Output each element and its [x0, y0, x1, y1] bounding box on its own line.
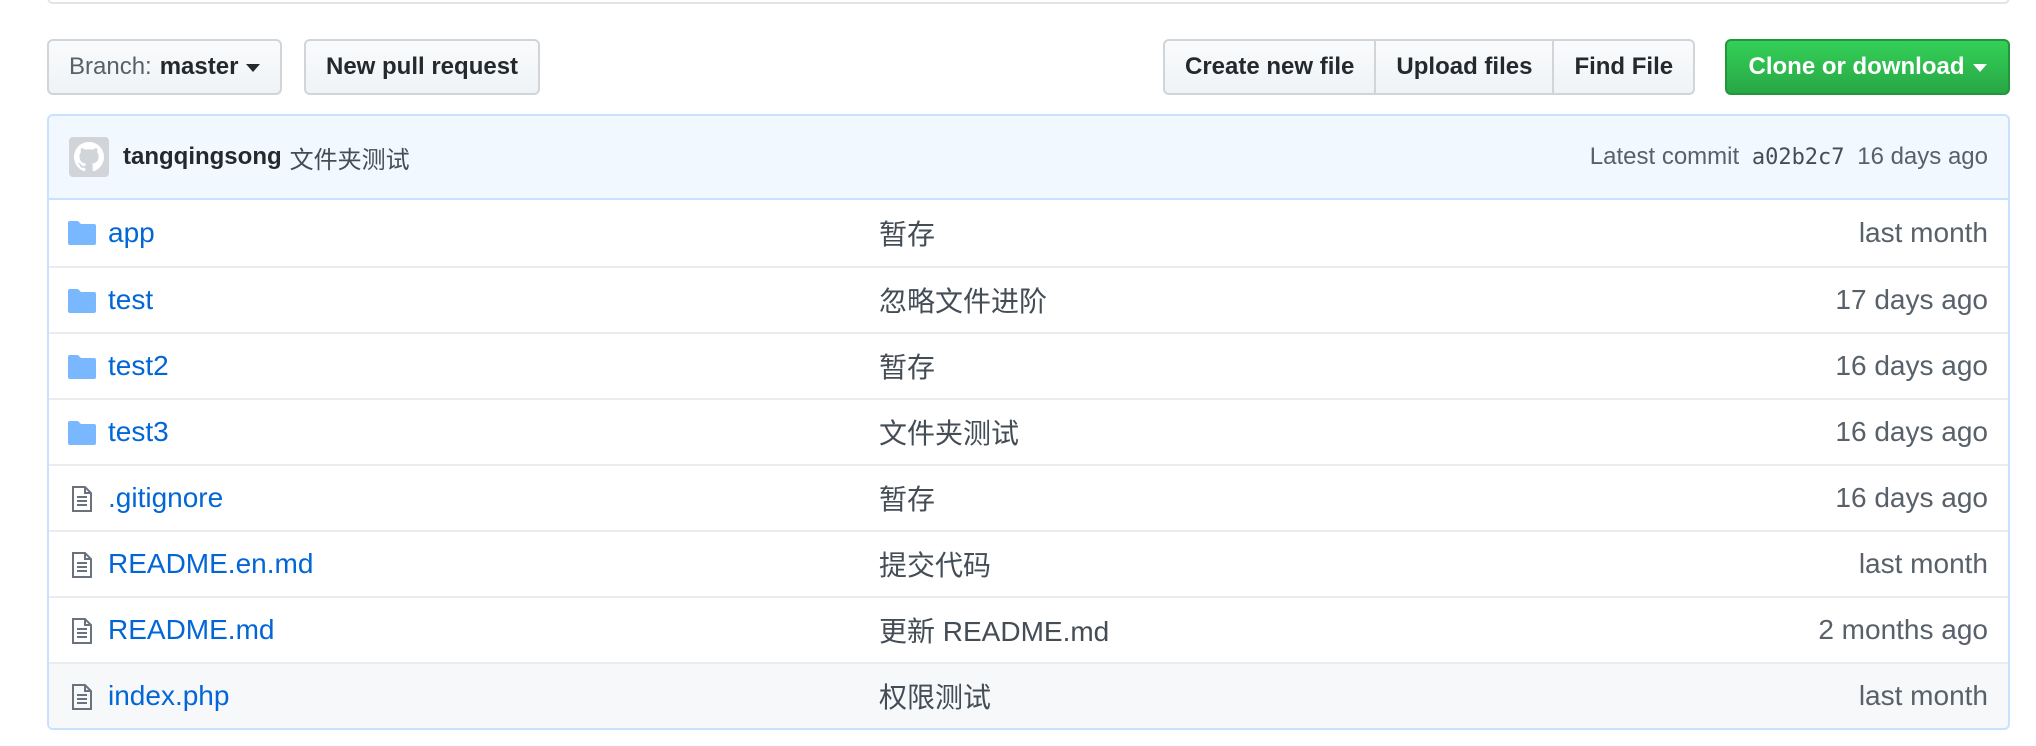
- file-rows: app 暂存 last month test 忽略文件进阶 17 days ago test…: [49, 200, 2008, 728]
- folder-icon: [68, 221, 96, 245]
- github-cat-icon: [74, 142, 104, 172]
- commit-message-link[interactable]: 文件夹测试: [879, 412, 1019, 452]
- clone-label: Clone or download: [1748, 53, 1965, 80]
- commit-age: 17 days ago: [1835, 284, 1988, 315]
- commit-message-link[interactable]: 权限测试: [879, 676, 991, 716]
- latest-commit-label: Latest commit: [1589, 143, 1740, 170]
- file-row: README.en.md 提交代码 last month: [49, 530, 2008, 596]
- commit-message-link[interactable]: 忽略文件进阶: [879, 280, 1047, 320]
- file-name-link[interactable]: README.en.md: [108, 548, 313, 580]
- file-icon: [72, 684, 92, 710]
- branch-name: master: [159, 53, 239, 80]
- avatar[interactable]: [69, 137, 109, 177]
- chevron-down-icon: [246, 64, 261, 72]
- repo-toolbar: Branch: master New pull request Create n…: [47, 39, 2010, 95]
- clone-or-download-button[interactable]: Clone or download: [1725, 39, 2010, 95]
- branch-select-button[interactable]: Branch: master: [47, 39, 283, 95]
- file-row: test 忽略文件进阶 17 days ago: [49, 266, 2008, 332]
- file-row: test3 文件夹测试 16 days ago: [49, 398, 2008, 464]
- commit-age: last month: [1858, 217, 1988, 248]
- commit-message[interactable]: 文件夹测试: [290, 140, 410, 175]
- file-icon: [72, 618, 92, 644]
- file-row: test2 暂存 16 days ago: [49, 332, 2008, 398]
- commit-age: 2 months ago: [1818, 614, 1988, 645]
- file-row: index.php 权限测试 last month: [49, 662, 2008, 728]
- commit-sha[interactable]: a02b2c7: [1752, 145, 1845, 170]
- folder-icon: [68, 289, 96, 313]
- upload-files-button[interactable]: Upload files: [1374, 39, 1555, 95]
- create-new-file-button[interactable]: Create new file: [1163, 39, 1377, 95]
- commit-message-link[interactable]: 暂存: [879, 213, 935, 253]
- commit-message-link[interactable]: 暂存: [879, 346, 935, 386]
- branch-prefix: Branch:: [69, 53, 152, 80]
- folder-icon: [68, 421, 96, 445]
- file-actions-group: Create new file Upload files Find File: [1163, 39, 1696, 95]
- find-file-button[interactable]: Find File: [1552, 39, 1696, 95]
- commit-message-link[interactable]: 更新 README.md: [879, 610, 1109, 650]
- previous-box-edge: [47, 0, 2010, 4]
- file-name-link[interactable]: test: [108, 284, 153, 316]
- file-name-link[interactable]: .gitignore: [108, 482, 223, 514]
- file-name-link[interactable]: index.php: [108, 680, 229, 712]
- commit-age: 16 days ago: [1835, 482, 1988, 513]
- commit-age: 16 days ago: [1835, 416, 1988, 447]
- commit-age: last month: [1858, 548, 1988, 579]
- new-pull-request-button[interactable]: New pull request: [304, 39, 541, 95]
- file-list: tangqingsong 文件夹测试 Latest commit a02b2c7…: [47, 114, 2010, 730]
- latest-commit-info: Latest commit a02b2c7 16 days ago: [1590, 143, 1988, 171]
- chevron-down-icon: [1972, 64, 1987, 72]
- commit-age: 16 days ago: [1835, 350, 1988, 381]
- file-row: app 暂存 last month: [49, 200, 2008, 266]
- commit-author[interactable]: tangqingsong: [123, 143, 282, 171]
- commit-age: 16 days ago: [1857, 143, 1988, 170]
- file-name-link[interactable]: test3: [108, 416, 169, 448]
- latest-commit-bar: tangqingsong 文件夹测试 Latest commit a02b2c7…: [49, 116, 2008, 200]
- file-row: README.md 更新 README.md 2 months ago: [49, 596, 2008, 662]
- file-name-link[interactable]: README.md: [108, 614, 274, 646]
- commit-message-link[interactable]: 暂存: [879, 478, 935, 518]
- folder-icon: [68, 355, 96, 379]
- file-icon: [72, 486, 92, 512]
- commit-message-link[interactable]: 提交代码: [879, 544, 991, 584]
- file-row: .gitignore 暂存 16 days ago: [49, 464, 2008, 530]
- file-icon: [72, 552, 92, 578]
- file-name-link[interactable]: app: [108, 217, 155, 249]
- commit-age: last month: [1858, 680, 1988, 711]
- file-name-link[interactable]: test2: [108, 350, 169, 382]
